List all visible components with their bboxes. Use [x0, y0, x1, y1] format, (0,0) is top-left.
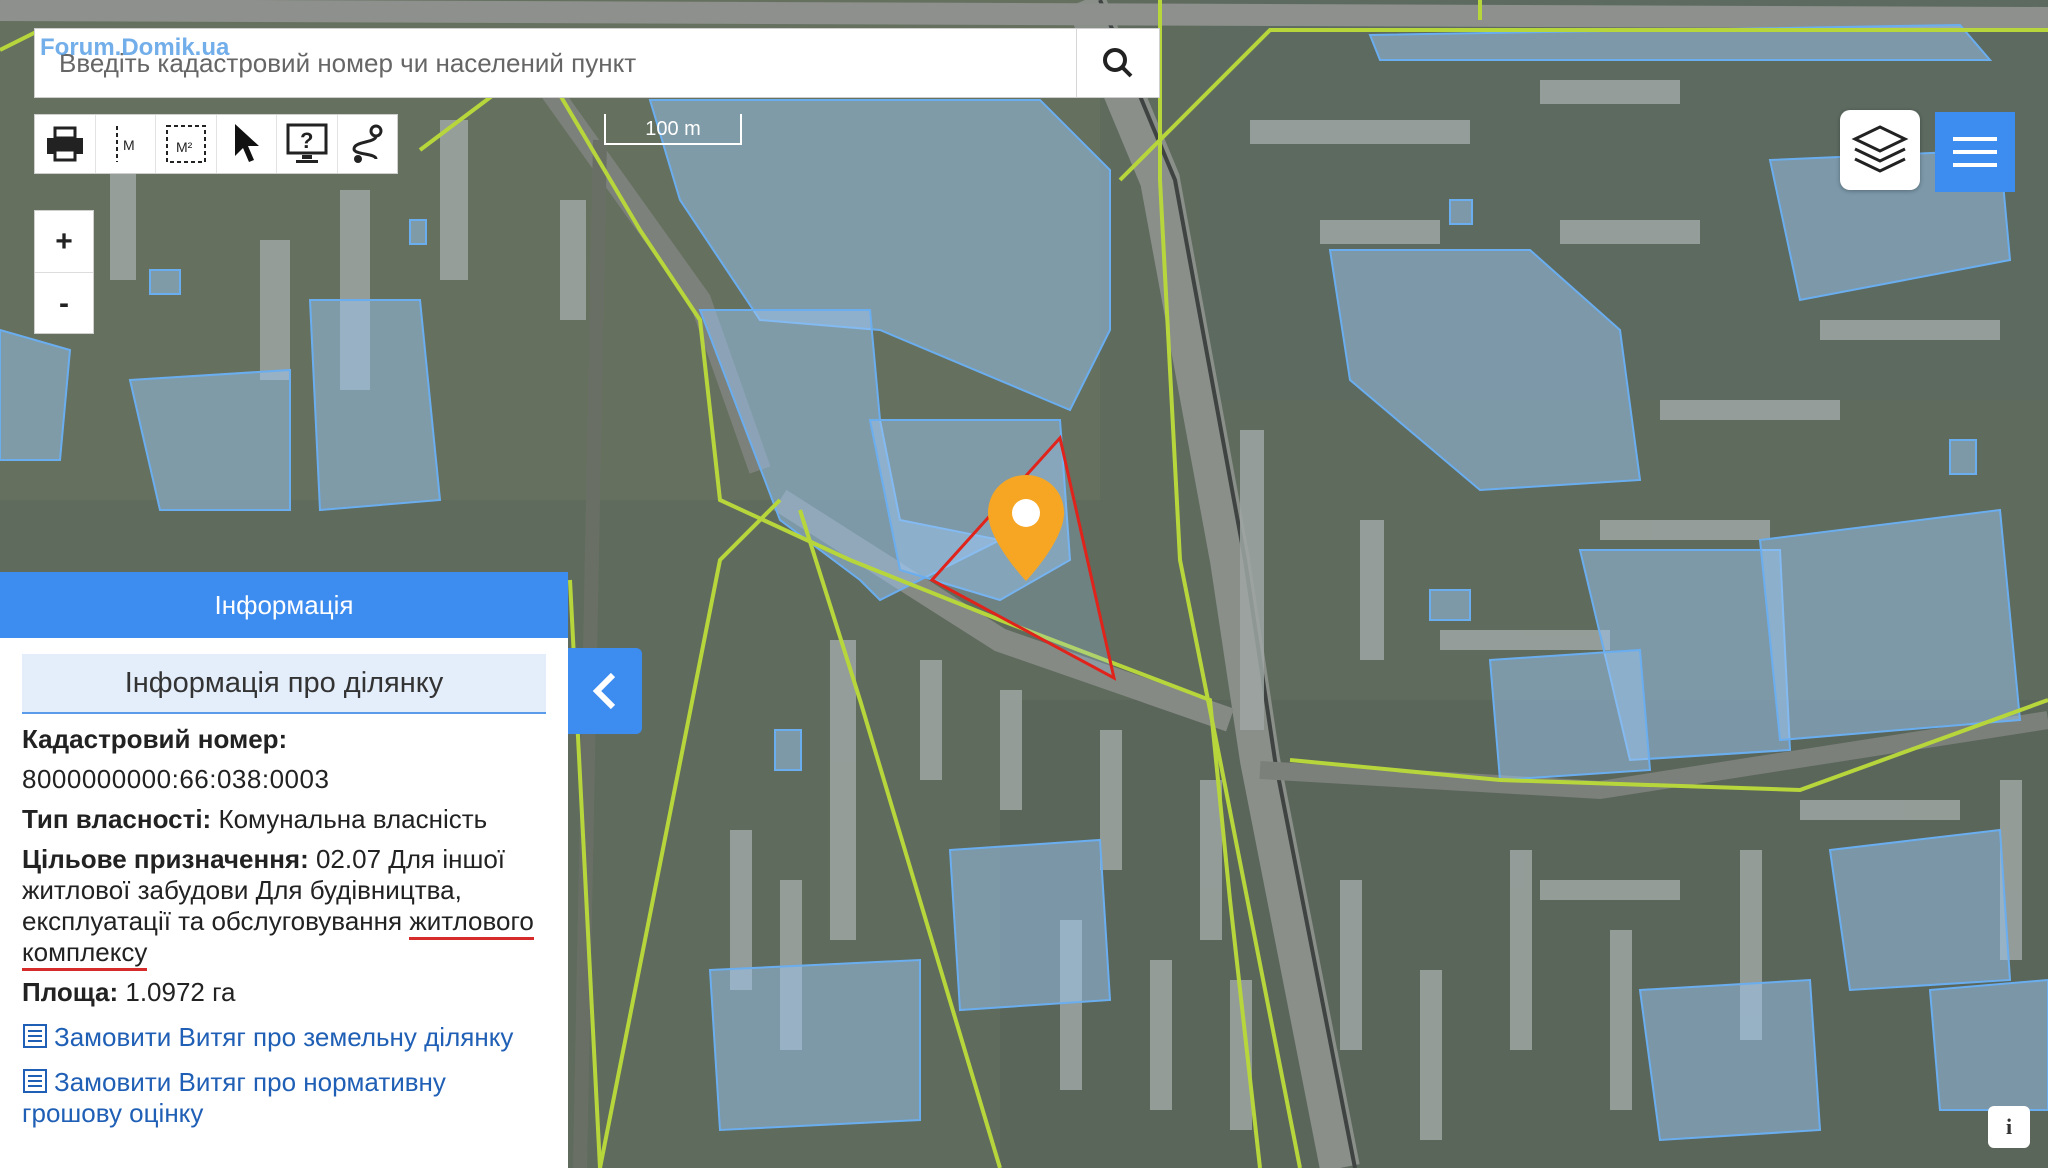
measure-distance-icon: М — [116, 126, 135, 162]
measure-area-button[interactable]: М² — [156, 115, 217, 173]
document-icon — [23, 1069, 47, 1093]
cadastral-number-row: Кадастровий номер: 8000000000:66:038:000… — [22, 724, 546, 795]
ownership-value: Комунальна власність — [218, 804, 488, 834]
print-button[interactable] — [35, 115, 96, 173]
zoom-in-button[interactable]: + — [35, 211, 93, 273]
map-info-button[interactable]: i — [1988, 1106, 2030, 1148]
ownership-label: Тип власності: — [22, 804, 212, 834]
order-valuation-extract-label: Замовити Витяг про нормативну грошову оц… — [22, 1067, 446, 1128]
zoom-control: + - — [34, 210, 94, 334]
search-icon — [1103, 48, 1133, 78]
identify-icon: ? — [286, 123, 328, 163]
measure-distance-button[interactable]: М — [96, 115, 156, 173]
cadastral-number-value[interactable]: 8000000000:66:038:0003 — [22, 764, 546, 795]
measure-distance-unit: М — [123, 137, 135, 153]
menu-button[interactable] — [1935, 112, 2015, 192]
document-icon — [23, 1024, 47, 1048]
ownership-row: Тип власності: Комунальна власність — [22, 804, 546, 835]
order-valuation-extract-link[interactable]: Замовити Витяг про нормативну грошову оц… — [22, 1067, 546, 1129]
layers-icon — [1851, 125, 1909, 173]
search-button[interactable] — [1076, 29, 1159, 97]
area-value: 1.0972 га — [125, 977, 236, 1007]
svg-text:?: ? — [300, 128, 313, 153]
cadastral-number-label: Кадастровий номер: — [22, 724, 288, 754]
zoom-out-button[interactable]: - — [35, 273, 93, 334]
pointer-button[interactable] — [217, 115, 277, 173]
identify-button[interactable]: ? — [277, 115, 338, 173]
hamburger-menu-icon — [1953, 137, 1997, 167]
purpose-row: Цільове призначення: 02.07 Для іншої жит… — [22, 844, 546, 971]
scale-bar-label: 100 m — [645, 118, 701, 140]
purpose-label: Цільове призначення: — [22, 844, 309, 874]
info-panel: Інформація Інформація про ділянку Кадаст… — [0, 572, 568, 1168]
chevron-left-icon — [592, 672, 616, 710]
printer-icon — [46, 126, 83, 162]
collapse-panel-button[interactable] — [568, 648, 642, 734]
area-row: Площа: 1.0972 га — [22, 977, 546, 1008]
panel-header: Інформація — [0, 572, 568, 638]
layers-button[interactable] — [1840, 110, 1920, 190]
map-toolbar: М М² ? — [34, 114, 398, 174]
route-icon — [352, 124, 383, 163]
scale-bar: 100 m — [603, 112, 743, 146]
order-land-extract-link[interactable]: Замовити Витяг про земельну ділянку — [22, 1022, 546, 1053]
parcel-info-title: Інформація про ділянку — [22, 654, 546, 714]
route-button[interactable] — [338, 115, 398, 173]
pointer-icon — [235, 124, 260, 162]
order-land-extract-label: Замовити Витяг про земельну ділянку — [54, 1022, 514, 1052]
area-label: Площа: — [22, 977, 119, 1007]
measure-area-icon: М² — [165, 125, 206, 163]
watermark: Forum.Domik.ua — [40, 34, 230, 61]
measure-area-unit: М² — [176, 139, 193, 155]
